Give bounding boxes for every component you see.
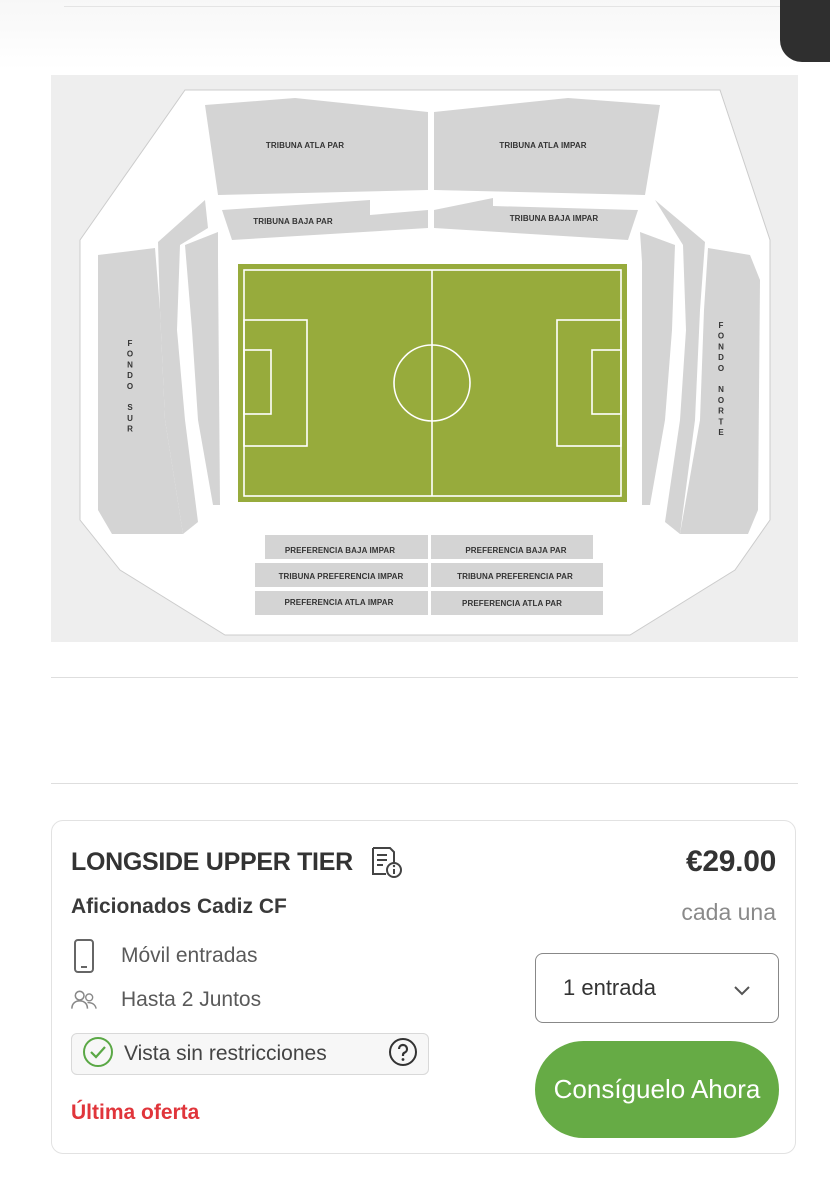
stand-letter: N [127, 360, 133, 369]
feature-label: Hasta 2 Juntos [121, 988, 262, 1011]
chevron-down-icon [732, 978, 752, 1004]
label-tribuna-atla-par: TRIBUNA ATLA PAR [266, 141, 344, 150]
get-it-now-button[interactable]: Consíguelo Ahora [535, 1041, 779, 1138]
label-tribuna-preferencia-par: TRIBUNA PREFERENCIA PAR [457, 572, 573, 581]
stand-letter: O [718, 332, 724, 341]
top-divider [64, 6, 785, 7]
check-circle-icon [82, 1036, 114, 1073]
label-preferencia-baja-par: PREFERENCIA BAJA PAR [465, 546, 566, 555]
section-divider [51, 783, 798, 784]
ticket-info-icon[interactable] [369, 845, 403, 879]
listing-card[interactable]: LONGSIDE UPPER TIER Aficionados Cadiz CF… [51, 820, 796, 1154]
label-preferencia-atla-par: PREFERENCIA ATLA PAR [462, 599, 562, 608]
label-fondo-sur: FONDOSUR [127, 339, 133, 434]
seller-type: Aficionados Cadiz CF [71, 895, 287, 918]
corner-overlay [780, 0, 830, 62]
feature-label: Móvil entradas [121, 944, 258, 967]
label-tribuna-baja-impar: TRIBUNA BAJA IMPAR [510, 214, 599, 223]
stand-letter: F [719, 321, 724, 330]
label-preferencia-atla-impar: PREFERENCIA ATLA IMPAR [284, 598, 393, 607]
stand-letter: N [718, 385, 724, 394]
stand-letter: R [127, 425, 133, 434]
stand-letter: O [718, 364, 724, 373]
feature-mobile-tickets: Móvil entradas [71, 939, 258, 973]
label-tribuna-baja-par: TRIBUNA BAJA PAR [253, 217, 333, 226]
section-divider [51, 677, 798, 678]
price: €29.00 [686, 845, 776, 878]
quantity-value: 1 entrada [563, 975, 656, 1000]
stand-letter: S [127, 403, 133, 412]
people-icon [71, 983, 97, 1017]
mobile-phone-icon [71, 939, 97, 973]
stand-letter: D [718, 353, 724, 362]
label-preferencia-baja-impar: PREFERENCIA BAJA IMPAR [285, 546, 395, 555]
stand-letter: F [128, 339, 133, 348]
stand-letter: T [719, 417, 724, 426]
last-offer-label: Última oferta [71, 1101, 200, 1124]
stand-letter: R [718, 407, 724, 416]
stand-letter: U [127, 414, 133, 423]
label-tribuna-atla-impar: TRIBUNA ATLA IMPAR [499, 141, 586, 150]
label-tribuna-preferencia-impar: TRIBUNA PREFERENCIA IMPAR [279, 572, 404, 581]
view-badge: Vista sin restricciones [71, 1033, 429, 1075]
question-circle-icon[interactable] [388, 1037, 418, 1072]
top-background [0, 0, 830, 70]
quantity-select[interactable]: 1 entrada [535, 953, 779, 1023]
listing-title-row: LONGSIDE UPPER TIER [71, 845, 403, 879]
feature-seated-together: Hasta 2 Juntos [71, 983, 261, 1017]
stand-letter: D [127, 371, 133, 380]
view-badge-label: Vista sin restricciones [124, 1042, 327, 1065]
stand-letter: N [718, 342, 724, 351]
price-unit: cada una [681, 899, 776, 925]
stand-letter: O [127, 382, 133, 391]
section-name: LONGSIDE UPPER TIER [71, 847, 353, 876]
stand-letter: E [718, 428, 724, 437]
stand-letter: O [127, 350, 133, 359]
stand-letter: O [718, 396, 724, 405]
stadium-map[interactable]: TRIBUNA ATLA PAR TRIBUNA ATLA IMPAR TRIB… [51, 75, 798, 642]
